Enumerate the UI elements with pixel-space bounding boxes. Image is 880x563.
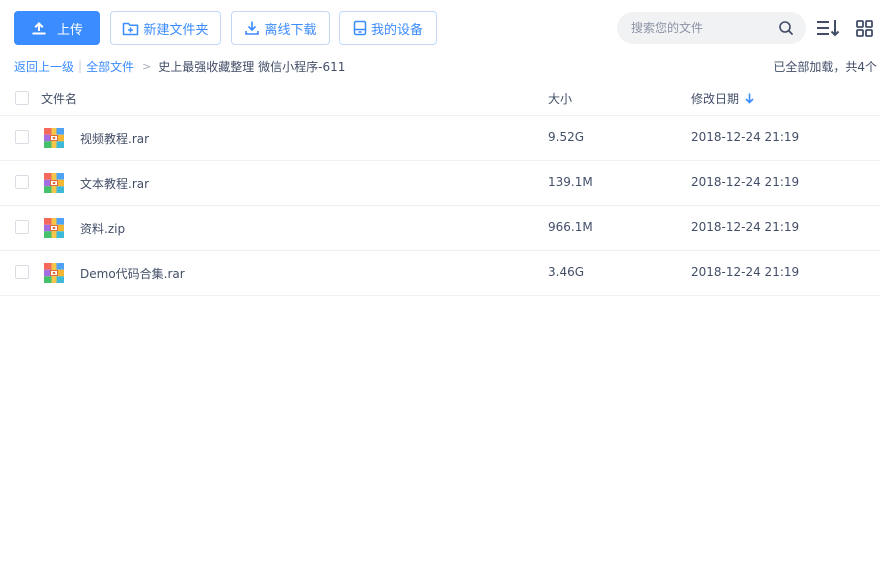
archive-icon	[44, 263, 64, 283]
file-row[interactable]: Demo代码合集.rar 3.46G 2018-12-24 21:19	[0, 251, 880, 296]
file-size: 966.1M	[548, 220, 593, 234]
select-all-checkbox[interactable]	[15, 91, 29, 105]
breadcrumb-all-files-link[interactable]: 全部文件	[86, 58, 134, 75]
column-header-size[interactable]: 大小	[548, 90, 572, 107]
file-size: 3.46G	[548, 265, 585, 279]
offline-download-button-label: 离线下载	[264, 22, 317, 38]
file-row-checkbox[interactable]	[15, 220, 29, 234]
file-row[interactable]: 文本教程.rar 139.1M 2018-12-24 21:19	[0, 161, 880, 206]
offline-download-button[interactable]: 离线下载	[231, 11, 330, 45]
file-size: 9.52G	[548, 130, 585, 144]
file-name[interactable]: 视频教程.rar	[80, 130, 149, 147]
my-devices-button-label: 我的设备	[370, 22, 423, 38]
file-modified-date: 2018-12-24 21:19	[691, 220, 800, 234]
upload-button[interactable]: 上传	[14, 11, 100, 45]
sort-list-icon	[817, 20, 840, 37]
file-table-header: 文件名 大小 修改日期	[0, 84, 880, 116]
breadcrumb: 返回上一级 | 全部文件 > 史上最强收藏整理 微信小程序-611	[14, 58, 345, 74]
archive-icon	[44, 218, 64, 238]
archive-icon	[44, 173, 64, 193]
archive-icon	[44, 128, 64, 148]
sort-descending-icon	[745, 93, 754, 104]
upload-button-label: 上传	[56, 22, 83, 38]
file-row[interactable]: 资料.zip 966.1M 2018-12-24 21:19	[0, 206, 880, 251]
column-header-date-label: 修改日期	[691, 92, 740, 106]
search-box	[617, 12, 806, 44]
file-row-checkbox[interactable]	[15, 175, 29, 189]
grid-view-icon	[855, 19, 873, 37]
file-name[interactable]: 文本教程.rar	[80, 175, 149, 192]
column-header-date[interactable]: 修改日期	[691, 90, 754, 107]
file-list: 视频教程.rar 9.52G 2018-12-24 21:19 文本教程.rar…	[0, 116, 880, 296]
file-name[interactable]: Demo代码合集.rar	[80, 265, 185, 282]
new-folder-button-label: 新建文件夹	[143, 22, 209, 38]
breadcrumb-separator: |	[78, 59, 83, 73]
upload-icon	[32, 22, 46, 35]
breadcrumb-arrow: >	[142, 59, 152, 73]
file-modified-date: 2018-12-24 21:19	[691, 130, 800, 144]
my-devices-button[interactable]: 我的设备	[339, 11, 437, 45]
breadcrumb-current-folder: 史上最强收藏整理 微信小程序-611	[158, 59, 346, 74]
breadcrumb-back-link[interactable]: 返回上一级	[14, 58, 74, 75]
file-row[interactable]: 视频教程.rar 9.52G 2018-12-24 21:19	[0, 116, 880, 161]
file-name[interactable]: 资料.zip	[80, 220, 125, 237]
file-row-checkbox[interactable]	[15, 265, 29, 279]
grid-view-button[interactable]	[851, 16, 877, 40]
file-modified-date: 2018-12-24 21:19	[691, 265, 800, 279]
device-icon	[353, 20, 367, 36]
file-modified-date: 2018-12-24 21:19	[691, 175, 800, 189]
column-header-name[interactable]: 文件名	[41, 90, 77, 107]
new-folder-button[interactable]: 新建文件夹	[110, 11, 221, 45]
search-icon[interactable]	[778, 20, 794, 36]
file-size: 139.1M	[548, 175, 593, 189]
search-input[interactable]	[631, 12, 781, 44]
toolbar: 上传 新建文件夹 离线下载 我的设备	[0, 0, 880, 56]
file-row-checkbox[interactable]	[15, 130, 29, 144]
sort-list-button[interactable]	[815, 16, 841, 40]
load-status-text: 已全部加载，共4个	[773, 60, 877, 74]
new-folder-icon	[123, 22, 139, 35]
download-icon	[245, 21, 260, 35]
